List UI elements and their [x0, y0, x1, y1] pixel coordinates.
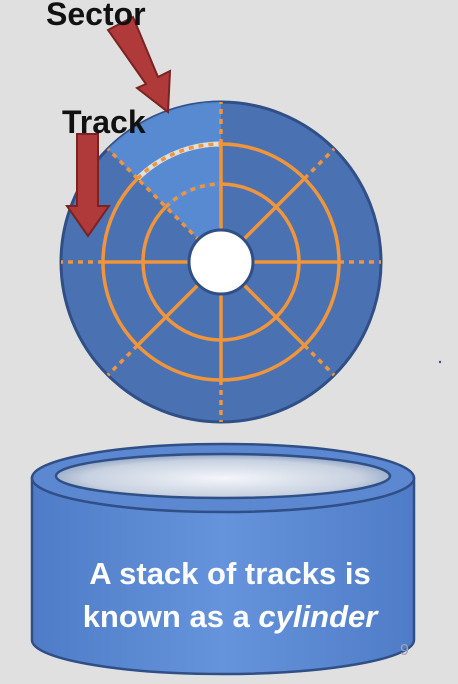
cylinder-caption: A stack of tracks is known as a cylinder	[40, 552, 420, 638]
spindle-hole	[187, 228, 255, 296]
sector-label: Sector	[46, 0, 146, 32]
caption-emphasis: cylinder	[258, 599, 378, 634]
caption-line-2-prefix: known as a	[82, 599, 259, 634]
slide: Sector Track A stack of tracks is known …	[0, 0, 458, 684]
cylinder-top-face	[54, 452, 392, 500]
speck	[438, 360, 442, 364]
page-number: 9	[400, 642, 409, 659]
caption-line-2: known as a cylinder	[40, 595, 420, 638]
platter	[59, 100, 383, 424]
caption-line-1: A stack of tracks is	[89, 556, 371, 591]
track-label: Track	[62, 104, 146, 140]
